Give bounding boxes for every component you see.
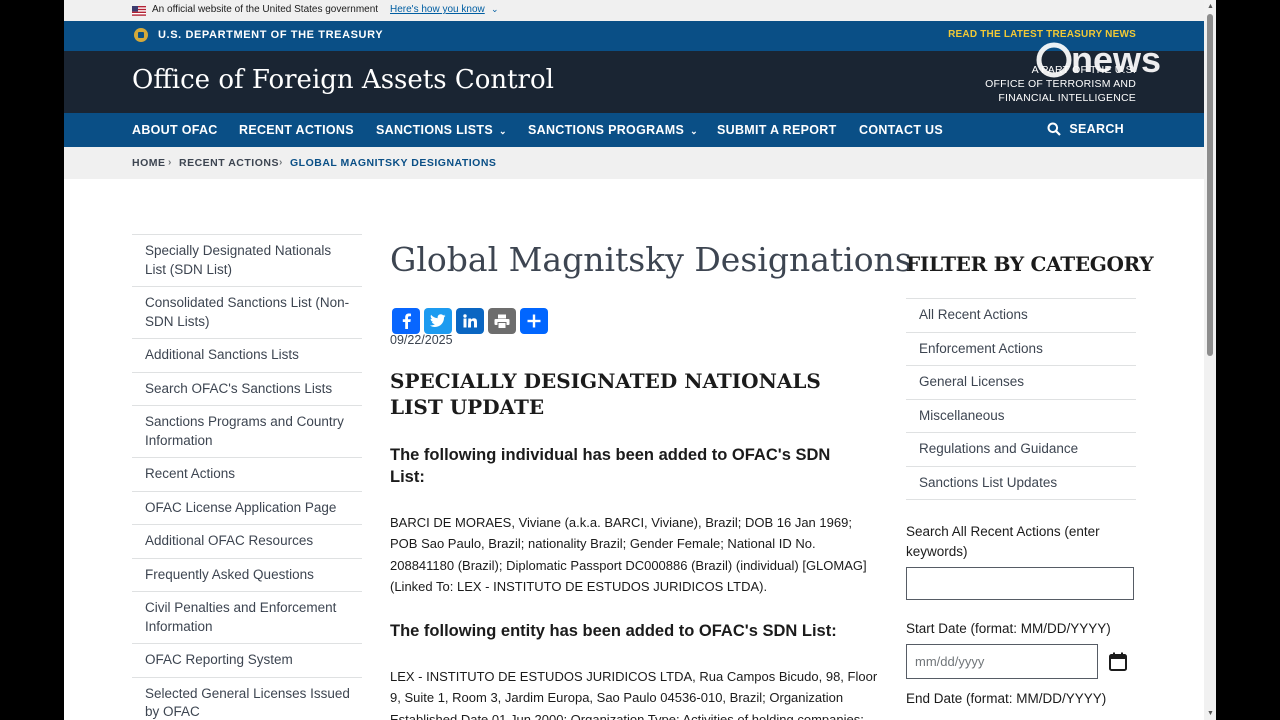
nav-search-button[interactable]: SEARCH [1047,122,1124,136]
entity-entry: LEX - INSTITUTO DE ESTUDOS JURIDICOS LTD… [390,669,878,720]
sidebar-item-general-licenses[interactable]: Selected General Licenses Issued by OFAC [132,676,362,720]
sidebar-nav: Specially Designated Nationals List (SDN… [132,234,362,720]
breadcrumb-recent-actions[interactable]: RECENT ACTIONS [179,157,279,169]
sidebar-item-consolidated-list[interactable]: Consolidated Sanctions List (Non-SDN Lis… [132,286,362,338]
filter-regulations-guidance[interactable]: Regulations and Guidance [906,432,1136,466]
print-share-button[interactable] [488,308,516,334]
filter-panel: FILTER BY CATEGORY All Recent Actions En… [906,252,1154,706]
main-nav: ABOUT OFAC RECENT ACTIONS SANCTIONS LIST… [64,113,1204,147]
nav-about-ofac[interactable]: ABOUT OFAC [132,123,218,137]
filter-title: FILTER BY CATEGORY [906,252,1154,276]
treasury-bar: U.S. DEPARTMENT OF THE TREASURY READ THE… [64,21,1204,51]
breadcrumb-current: GLOBAL MAGNITSKY DESIGNATIONS [290,157,497,169]
page-scrollbar[interactable]: ▲ ▼ [1204,0,1216,720]
breadcrumb-separator-icon: › [168,157,172,168]
start-date-input[interactable]: mm/dd/yyyy [906,644,1098,679]
sidebar-item-search-lists[interactable]: Search OFAC's Sanctions Lists [132,371,362,406]
individual-entry: BARCI DE MORAES, Viviane (a.k.a. BARCI, … [390,515,867,594]
nav-sanctions-lists[interactable]: SANCTIONS LISTS ⌄ [376,123,507,137]
gov-banner: An official website of the United States… [64,0,1204,21]
facebook-icon [402,313,411,329]
news-watermark-logo: news [1036,40,1161,80]
end-date-label: End Date (format: MM/DD/YYYY) [906,691,1107,706]
calendar-icon[interactable] [1109,652,1127,671]
search-keywords-input[interactable] [906,567,1134,600]
post-date: 09/22/2025 [390,333,453,347]
start-date-group: mm/dd/yyyy [906,644,1136,680]
nav-submit-report[interactable]: SUBMIT A REPORT [717,123,837,137]
search-label: SEARCH [1069,122,1124,136]
nav-label: SUBMIT A REPORT [717,123,837,137]
site-header: Office of Foreign Assets Control A PART … [64,51,1204,113]
sidebar-item-recent-actions[interactable]: Recent Actions [132,457,362,491]
sidebar-item-programs[interactable]: Sanctions Programs and Country Informati… [132,405,362,457]
site-title[interactable]: Office of Foreign Assets Control [132,65,554,95]
search-keywords-label: Search All Recent Actions (enter keyword… [906,524,1100,559]
nav-label: SANCTIONS LISTS [376,123,494,137]
filter-sanctions-list-updates[interactable]: Sanctions List Updates [906,465,1136,500]
chevron-down-icon: ⌄ [499,126,507,136]
filter-general-licenses[interactable]: General Licenses [906,365,1136,399]
page-title: Global Magnitsky Designations [390,240,912,279]
breadcrumb: HOME › RECENT ACTIONS › GLOBAL MAGNITSKY… [64,147,1204,179]
share-more-button[interactable] [520,308,548,334]
chevron-down-icon[interactable]: ⌄ [491,4,499,15]
chevron-down-icon: ⌄ [690,126,698,136]
facebook-share-button[interactable] [392,308,420,334]
nav-label: ABOUT OFAC [132,123,218,137]
scroll-down-icon[interactable]: ▼ [1207,710,1214,717]
sidebar-item-resources[interactable]: Additional OFAC Resources [132,524,362,558]
official-site-text: An official website of the United States… [152,4,379,15]
breadcrumb-home[interactable]: HOME [132,157,166,169]
treasury-department-link[interactable]: U.S. DEPARTMENT OF THE TREASURY [158,29,383,41]
sidebar-item-faq[interactable]: Frequently Asked Questions [132,557,362,592]
nav-label: SANCTIONS PROGRAMS [528,123,685,137]
sidebar-item-reporting-system[interactable]: OFAC Reporting System [132,643,362,677]
linkedin-share-button[interactable] [456,308,484,334]
treasury-news-link[interactable]: READ THE LATEST TREASURY NEWS [948,29,1136,40]
tfi-line: FINANCIAL INTELLIGENCE [998,92,1136,104]
share-buttons [392,308,548,334]
individual-heading: The following individual has been added … [390,446,831,486]
start-date-label: Start Date (format: MM/DD/YYYY) [906,621,1111,636]
filter-list: All Recent Actions Enforcement Actions G… [906,298,1136,500]
sidebar-item-additional-lists[interactable]: Additional Sanctions Lists [132,338,362,372]
breadcrumb-separator-icon: › [279,157,283,168]
search-icon [1047,122,1062,136]
filter-all-recent-actions[interactable]: All Recent Actions [906,298,1136,332]
entity-heading: The following entity has been added to O… [390,622,837,640]
nav-label: RECENT ACTIONS [239,123,354,137]
watermark-text: news [1071,40,1161,80]
nav-sanctions-programs[interactable]: SANCTIONS PROGRAMS ⌄ [528,123,698,137]
twitter-share-button[interactable] [424,308,452,334]
nav-contact-us[interactable]: CONTACT US [859,123,943,137]
nav-recent-actions[interactable]: RECENT ACTIONS [239,123,354,137]
plus-icon [527,314,541,328]
linkedin-icon [463,314,477,328]
filter-enforcement-actions[interactable]: Enforcement Actions [906,331,1136,366]
us-flag-icon [132,6,146,16]
scroll-thumb[interactable] [1207,14,1213,356]
treasury-seal-icon [134,28,148,42]
update-heading: SPECIALLY DESIGNATED NATIONALS LIST UPDA… [390,369,821,419]
twitter-icon [430,314,446,327]
nav-label: CONTACT US [859,123,944,137]
sidebar-item-civil-penalties[interactable]: Civil Penalties and Enforcement Informat… [132,591,362,643]
browser-page: An official website of the United States… [64,0,1216,720]
filter-miscellaneous[interactable]: Miscellaneous [906,398,1136,433]
sidebar-item-license-application[interactable]: OFAC License Application Page [132,490,362,525]
scroll-up-icon[interactable]: ▲ [1207,3,1214,10]
sidebar-item-sdn-list[interactable]: Specially Designated Nationals List (SDN… [132,234,362,286]
print-icon [494,314,510,329]
how-you-know-link[interactable]: Here's how you know [390,4,485,15]
